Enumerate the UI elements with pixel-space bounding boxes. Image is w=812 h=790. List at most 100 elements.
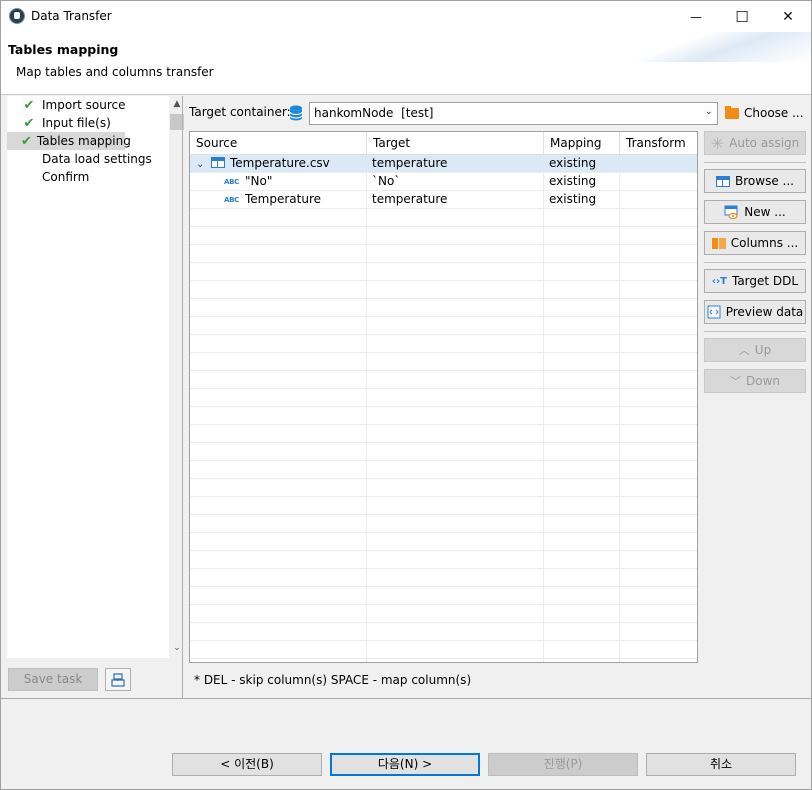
auto-assign-button[interactable]: ✳ Auto assign — [704, 131, 806, 155]
target-cell: temperature — [372, 192, 448, 206]
mapping-cell: existing — [549, 192, 597, 206]
table-row[interactable]: ABC "No" `No` existing — [190, 173, 697, 191]
preview-data-button[interactable]: Preview data — [704, 300, 806, 324]
table-row[interactable]: ABC Temperature temperature existing — [190, 191, 697, 209]
empty-table-row — [190, 623, 697, 641]
checkmark-icon: ✔ — [23, 97, 35, 113]
column-header-mapping[interactable]: Mapping — [544, 132, 620, 155]
task-config-icon — [111, 672, 125, 687]
step-tables-mapping[interactable]: ✔ Tables mapping — [7, 132, 131, 150]
target-cell: temperature — [372, 156, 448, 170]
cancel-button[interactable]: 취소 — [646, 753, 796, 776]
close-button[interactable]: ✕ — [765, 1, 811, 32]
chevron-down-icon: ﹀ — [729, 375, 741, 388]
choose-label: Choose ... — [744, 106, 804, 120]
save-task-button[interactable]: Save task — [8, 668, 98, 691]
table-icon — [716, 175, 731, 187]
step-label: Data load settings — [42, 152, 152, 166]
mapping-table: Source Target Mapping Transform ⌄ Tempera… — [189, 131, 698, 663]
data-transfer-window: Data Transfer — ☐ ✕ Tables mapping Map t… — [0, 0, 812, 790]
empty-table-row — [190, 569, 697, 587]
empty-table-row — [190, 389, 697, 407]
target-cell: `No` — [372, 174, 401, 188]
app-icon — [9, 8, 25, 24]
target-container-select[interactable]: hankomNode [test] ⌄ — [309, 102, 718, 125]
empty-table-row — [190, 407, 697, 425]
browse-label: Browse ... — [735, 174, 794, 188]
mapping-cell: existing — [549, 156, 597, 170]
empty-table-row — [190, 299, 697, 317]
folder-icon — [725, 105, 739, 119]
auto-assign-label: Auto assign — [729, 136, 800, 150]
chevron-down-icon: ⌄ — [704, 106, 713, 117]
back-button[interactable]: < 이전(B) — [172, 753, 322, 776]
preview-icon — [707, 305, 721, 319]
new-table-icon — [724, 205, 738, 219]
empty-table-row — [190, 317, 697, 335]
new-button[interactable]: New ... — [704, 200, 806, 224]
chevron-down-icon[interactable]: ⌄ — [196, 156, 206, 173]
header-decoration — [631, 32, 811, 62]
checkmark-icon: ✔ — [23, 115, 35, 131]
table-icon — [211, 157, 225, 168]
source-cell: Temperature.csv — [230, 156, 330, 170]
target-container-label: Target container: — [189, 105, 291, 119]
source-cell: "No" — [245, 174, 273, 188]
choose-container-button[interactable]: Choose ... — [725, 102, 804, 124]
step-confirm[interactable]: Confirm — [7, 168, 89, 186]
empty-table-row — [190, 587, 697, 605]
panel-splitter[interactable] — [182, 96, 183, 698]
columns-button[interactable]: Columns ... — [704, 231, 806, 255]
up-label: Up — [754, 343, 772, 357]
column-header-target[interactable]: Target — [367, 132, 544, 155]
task-config-button[interactable] — [105, 668, 131, 691]
next-button[interactable]: 다음(N) > — [330, 753, 480, 776]
step-import-source[interactable]: ✔ Import source — [7, 96, 126, 114]
chevron-up-icon: ︿ — [738, 344, 750, 357]
step-input-files[interactable]: ✔ Input file(s) — [7, 114, 111, 132]
proceed-button[interactable]: 진행(P) — [488, 753, 638, 776]
column-header-transform[interactable]: Transform — [620, 132, 697, 155]
empty-table-row — [190, 659, 697, 662]
empty-table-row — [190, 425, 697, 443]
columns-label: Columns ... — [730, 236, 799, 250]
empty-table-row — [190, 335, 697, 353]
minimize-button[interactable]: — — [673, 1, 719, 32]
divider — [1, 698, 811, 699]
empty-table-row — [190, 263, 697, 281]
minimize-icon: — — [690, 9, 702, 24]
asterisk-icon: ✳ — [710, 133, 725, 153]
empty-table-row — [190, 641, 697, 659]
target-ddl-button[interactable]: ‹›T Target DDL — [704, 269, 806, 293]
preview-data-label: Preview data — [725, 305, 804, 319]
step-label: Import source — [42, 98, 126, 112]
step-label: Tables mapping — [36, 134, 131, 148]
empty-table-row — [190, 245, 697, 263]
down-label: Down — [745, 374, 780, 388]
empty-table-row — [190, 371, 697, 389]
page-title: Tables mapping — [8, 42, 119, 57]
empty-table-row — [190, 533, 697, 551]
text-column-icon: ABC — [224, 196, 239, 204]
empty-table-row — [190, 461, 697, 479]
empty-table-row — [190, 227, 697, 245]
move-up-button[interactable]: ︿ Up — [704, 338, 806, 362]
empty-table-row — [190, 443, 697, 461]
target-container-value: hankomNode [test] — [314, 106, 434, 120]
empty-table-row — [190, 551, 697, 569]
text-column-icon: ABC — [224, 178, 239, 186]
keyboard-hint: * DEL - skip column(s) SPACE - map colum… — [194, 673, 472, 687]
database-icon — [289, 105, 303, 121]
checkmark-icon: ✔ — [21, 133, 32, 149]
columns-icon — [711, 237, 726, 249]
table-row[interactable]: ⌄ Temperature.csv temperature existing — [190, 155, 697, 173]
step-data-load-settings[interactable]: Data load settings — [7, 150, 152, 168]
empty-table-row — [190, 497, 697, 515]
new-label: New ... — [744, 205, 786, 219]
empty-table-row — [190, 281, 697, 299]
browse-button[interactable]: Browse ... — [704, 169, 806, 193]
move-down-button[interactable]: ﹀ Down — [704, 369, 806, 393]
column-header-source[interactable]: Source — [190, 132, 367, 155]
empty-table-row — [190, 353, 697, 371]
maximize-button[interactable]: ☐ — [719, 1, 765, 32]
